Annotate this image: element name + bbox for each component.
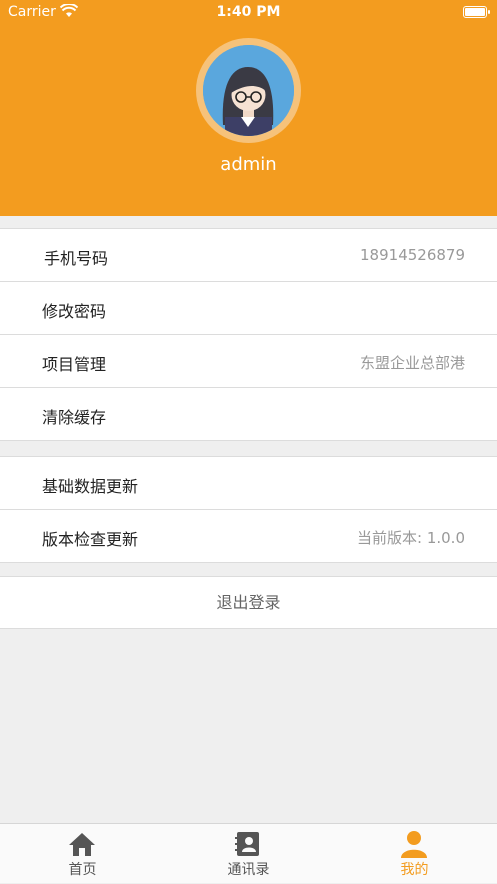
home-icon	[69, 833, 95, 856]
row-label: 项目管理	[42, 355, 107, 374]
row-phone[interactable]: 手机号码 18914526879	[0, 229, 497, 282]
settings-group-data: 基础数据更新 版本检查更新 当前版本: 1.0.0	[0, 456, 497, 563]
row-value: 18914526879	[360, 246, 465, 264]
tab-label: 首页	[68, 862, 97, 878]
tab-bar: 首页 通讯录 我的	[0, 823, 497, 883]
row-label: 版本检查更新	[42, 530, 139, 549]
tab-contacts[interactable]: 通讯录	[166, 824, 331, 884]
avatar[interactable]	[196, 38, 301, 143]
row-value: 当前版本: 1.0.0	[357, 529, 465, 547]
status-bar: Carrier 1:40 PM	[0, 0, 497, 26]
username: admin	[220, 154, 277, 175]
row-clear-cache[interactable]: 清除缓存	[0, 388, 497, 441]
row-label: 清除缓存	[42, 408, 107, 427]
row-label: 基础数据更新	[42, 477, 139, 496]
tab-label: 通讯录	[227, 862, 270, 878]
row-project-management[interactable]: 项目管理 东盟企业总部港	[0, 335, 497, 388]
row-data-update[interactable]: 基础数据更新	[0, 457, 497, 510]
contacts-icon	[235, 832, 259, 856]
tab-home[interactable]: 首页	[0, 824, 165, 884]
clock-time: 1:40 PM	[216, 4, 281, 20]
battery-icon	[463, 6, 490, 18]
user-icon	[401, 831, 427, 858]
profile-header: Carrier 1:40 PM admin	[0, 0, 497, 216]
row-change-password[interactable]: 修改密码	[0, 282, 497, 335]
tab-mine[interactable]: 我的	[332, 824, 497, 884]
row-value: 东盟企业总部港	[359, 354, 465, 372]
logout-button[interactable]: 退出登录	[0, 576, 497, 629]
row-label: 修改密码	[42, 302, 107, 321]
row-label: 手机号码	[44, 249, 109, 268]
user-portrait-icon	[203, 45, 294, 136]
avatar-image	[203, 45, 294, 136]
tab-label: 我的	[400, 862, 429, 878]
settings-group-account: 手机号码 18914526879 修改密码 项目管理 东盟企业总部港 清除缓存	[0, 228, 497, 441]
row-version-check[interactable]: 版本检查更新 当前版本: 1.0.0	[0, 510, 497, 563]
